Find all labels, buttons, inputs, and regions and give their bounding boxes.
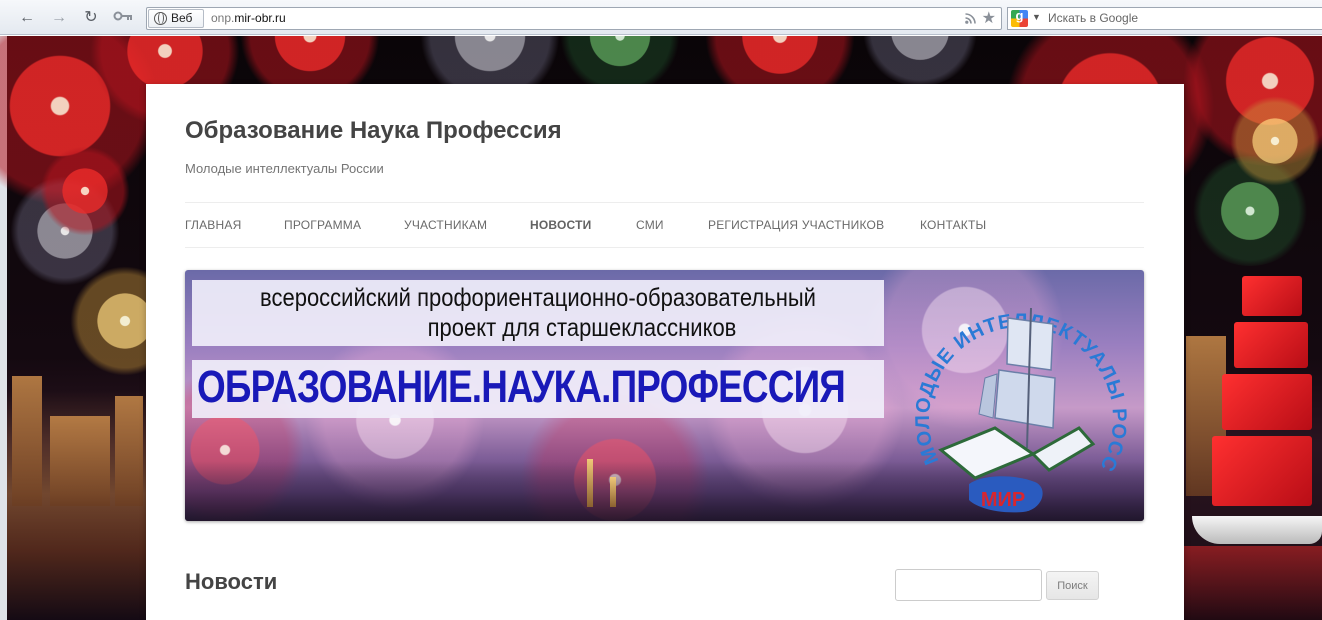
hull-decoration [1192,516,1322,544]
site-info-chip[interactable]: Веб [148,9,204,28]
back-arrow-icon[interactable]: ← [16,7,38,29]
nav-item-contacts[interactable]: КОНТАКТЫ [920,203,986,247]
forward-arrow-icon[interactable]: → [48,7,70,29]
reload-icon[interactable]: ↻ [80,7,102,29]
google-icon[interactable] [1011,8,1028,27]
header-banner[interactable]: всероссийский профориентационно-образова… [185,270,1144,521]
nav-item-news[interactable]: НОВОСТИ [530,203,591,247]
banner-spire [587,459,593,507]
chevron-down-icon[interactable]: ▼ [1032,12,1041,22]
bookmark-star-icon[interactable]: ★ [982,8,996,29]
sail-decoration [1234,322,1308,368]
search-placeholder: Искать в Google [1048,11,1139,25]
nav-item-program[interactable]: ПРОГРАММА [284,203,361,247]
site-content: Образование Наука Профессия Молодые инте… [146,84,1184,620]
rss-icon[interactable] [965,13,976,24]
sail-decoration [1242,276,1302,316]
water-reflection-decoration [1182,546,1322,620]
building-decoration [12,376,42,506]
main-navigation: ГЛАВНАЯ ПРОГРАММА УЧАСТНИКАМ НОВОСТИ СМИ… [185,202,1144,248]
page-title: Новости [185,569,278,594]
url-text[interactable]: onp.mir-obr.ru [211,8,286,29]
chip-label: Веб [171,11,193,25]
key-icon[interactable] [112,7,134,29]
building-decoration [50,416,110,506]
site-search-input[interactable] [895,569,1042,601]
globe-icon [154,12,167,25]
banner-headline: ОБРАЗОВАНИЕ.НАУКА.ПРОФЕССИЯ [197,361,846,412]
site-search-button[interactable]: Поиск [1046,571,1099,600]
nav-item-media[interactable]: СМИ [636,203,664,247]
firework-decoration [860,36,980,86]
site-title[interactable]: Образование Наука Профессия [185,117,562,145]
mir-logo-icon: МОЛОДЫЕ ИНТЕЛЛЕКТУАЛЫ РОССИИ МИР [903,278,1129,513]
building-decoration [115,396,143,506]
browser-search-box[interactable]: ▼ Искать в Google [1007,7,1322,30]
sail-decoration [1212,436,1312,506]
firework-decoration [1230,96,1320,186]
firework-decoration [40,146,130,236]
url-host: mir-obr.ru [234,11,286,25]
nav-item-participants[interactable]: УЧАСТНИКАМ [404,203,487,247]
banner-spire [610,477,616,507]
address-bar[interactable]: Веб onp.mir-obr.ru ★ [146,7,1002,30]
banner-subtitle-line2: проект для старшеклассников [427,314,737,342]
site-tagline: Молодые интеллектуалы России [185,161,384,176]
sail-decoration [1222,374,1312,430]
logo-badge-text: МИР [981,489,1025,511]
nav-item-registration[interactable]: РЕГИСТРАЦИЯ УЧАСТНИКОВ [708,203,884,247]
url-prefix: onp. [211,11,235,25]
banner-subtitle-line1: всероссийский профориентационно-образова… [260,284,816,312]
browser-toolbar: ← → ↻ Веб onp.mir-obr.ru ★ ▼ Искать в Go… [0,0,1322,35]
nav-item-home[interactable]: ГЛАВНАЯ [185,203,241,247]
